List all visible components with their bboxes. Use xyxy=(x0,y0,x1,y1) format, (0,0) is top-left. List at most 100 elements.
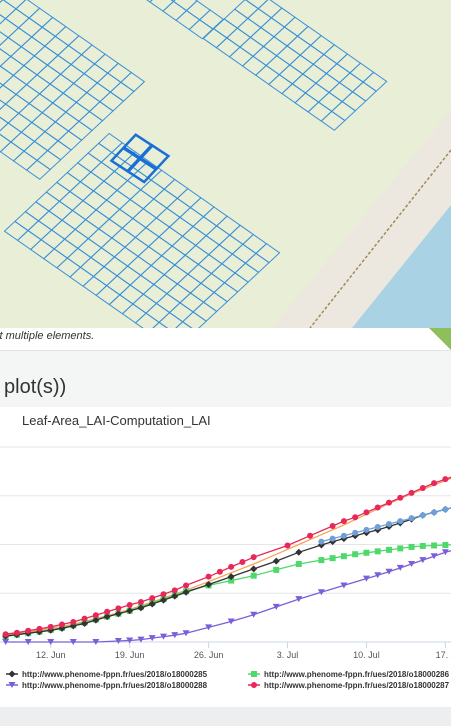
series-1[interactable] xyxy=(2,503,451,640)
plot-cell[interactable] xyxy=(349,62,375,83)
plot-cell[interactable] xyxy=(226,27,252,48)
plot-cell[interactable] xyxy=(0,46,12,67)
plot-cell[interactable] xyxy=(242,233,268,255)
legend-marker[interactable] xyxy=(251,682,257,688)
data-point[interactable] xyxy=(228,563,235,570)
data-point[interactable] xyxy=(396,564,404,571)
plot-cell[interactable] xyxy=(265,55,291,76)
plot-cell[interactable] xyxy=(103,256,129,277)
legend-item[interactable]: http://www.phenome-fppn.fr/ues/2018/o180… xyxy=(6,670,208,679)
data-point[interactable] xyxy=(363,549,370,556)
plot-cell[interactable] xyxy=(212,18,239,39)
data-point[interactable] xyxy=(92,612,99,619)
data-point[interactable] xyxy=(307,532,314,539)
plot-cell[interactable] xyxy=(205,225,231,246)
data-point[interactable] xyxy=(374,504,381,511)
data-point[interactable] xyxy=(171,587,178,594)
data-point[interactable] xyxy=(272,603,280,610)
plot-cell[interactable] xyxy=(228,224,255,245)
plot-cell[interactable] xyxy=(181,225,207,247)
plot-cell[interactable] xyxy=(255,243,281,264)
plot-cell[interactable] xyxy=(155,207,181,228)
data-point[interactable] xyxy=(2,631,9,638)
plot-cell[interactable] xyxy=(163,264,189,285)
data-point[interactable] xyxy=(126,601,133,608)
plot-cell[interactable] xyxy=(135,0,162,3)
plot-cell[interactable] xyxy=(288,54,315,75)
data-point[interactable] xyxy=(70,619,77,626)
plot-cell[interactable] xyxy=(126,255,152,276)
plot-cell[interactable] xyxy=(97,218,124,239)
plot-cell[interactable] xyxy=(28,93,54,114)
plot-cell[interactable] xyxy=(312,53,338,75)
plot-cell[interactable] xyxy=(57,44,83,66)
plot-cell[interactable] xyxy=(252,45,278,67)
plot-cell[interactable] xyxy=(241,55,267,76)
plot-cell[interactable] xyxy=(44,121,70,142)
data-point[interactable] xyxy=(385,499,392,506)
plot-cell[interactable] xyxy=(168,216,194,237)
data-point[interactable] xyxy=(340,553,347,560)
plot-cell[interactable] xyxy=(111,227,137,248)
plot-cell[interactable] xyxy=(208,244,234,265)
plot-cell[interactable] xyxy=(176,187,202,209)
plot-cell[interactable] xyxy=(239,36,265,57)
plot-cell[interactable] xyxy=(129,274,155,295)
plot-cell[interactable] xyxy=(28,7,54,28)
plot-cell[interactable] xyxy=(257,0,283,19)
plot-cell[interactable] xyxy=(223,8,249,29)
series-4[interactable] xyxy=(2,472,451,638)
plot-cell[interactable] xyxy=(173,254,200,275)
plot-cell[interactable] xyxy=(67,35,93,56)
data-point[interactable] xyxy=(36,625,43,632)
plot-cell[interactable] xyxy=(44,35,70,56)
plot-cell[interactable] xyxy=(72,73,99,94)
plot-cell[interactable] xyxy=(57,130,83,151)
corner-resize-icon[interactable] xyxy=(429,328,451,350)
plot-cell[interactable] xyxy=(79,256,105,278)
plot-cell[interactable] xyxy=(341,91,367,112)
plot-cell[interactable] xyxy=(33,45,59,66)
plot-cell[interactable] xyxy=(113,246,139,267)
plot-cell[interactable] xyxy=(116,179,142,201)
plot-cell[interactable] xyxy=(132,208,158,229)
plot-cell[interactable] xyxy=(15,83,41,105)
plot-cell[interactable] xyxy=(108,294,134,315)
plot-cell[interactable] xyxy=(150,169,176,190)
plot-cell[interactable] xyxy=(15,0,41,19)
plot-cell[interactable] xyxy=(7,112,33,133)
plot-cell[interactable] xyxy=(66,247,92,268)
plot-cell[interactable] xyxy=(54,25,80,47)
plot-cell[interactable] xyxy=(75,91,101,113)
plot-cell[interactable] xyxy=(162,0,188,21)
plot-cell[interactable] xyxy=(194,235,221,256)
plot-cell[interactable] xyxy=(132,293,158,314)
data-point[interactable] xyxy=(340,518,347,525)
plot-cell[interactable] xyxy=(105,189,131,210)
plot-cell[interactable] xyxy=(84,209,111,230)
data-point[interactable] xyxy=(295,596,303,603)
plot-cell[interactable] xyxy=(23,140,49,161)
data-point[interactable] xyxy=(104,608,111,615)
plot-cell[interactable] xyxy=(150,255,176,276)
plot-cell[interactable] xyxy=(16,229,42,251)
plot-block-west[interactable] xyxy=(0,0,146,180)
data-point[interactable] xyxy=(13,629,20,636)
plot-cell[interactable] xyxy=(79,171,105,192)
data-point[interactable] xyxy=(239,559,246,566)
plot-cell[interactable] xyxy=(35,191,61,212)
plot-cell[interactable] xyxy=(58,190,84,212)
plot-cell[interactable] xyxy=(67,120,93,141)
plot-cell[interactable] xyxy=(307,101,333,122)
data-point[interactable] xyxy=(250,554,257,561)
plot-cell[interactable] xyxy=(17,102,44,124)
plot-cell[interactable] xyxy=(62,82,88,103)
plot-cell[interactable] xyxy=(129,189,155,210)
data-point[interactable] xyxy=(408,489,415,496)
plot-cell[interactable] xyxy=(278,64,304,85)
plot-cell[interactable] xyxy=(43,248,69,269)
plot-cell[interactable] xyxy=(283,16,309,37)
data-point[interactable] xyxy=(250,611,258,618)
data-point[interactable] xyxy=(374,523,381,530)
legend-marker[interactable] xyxy=(251,671,257,677)
